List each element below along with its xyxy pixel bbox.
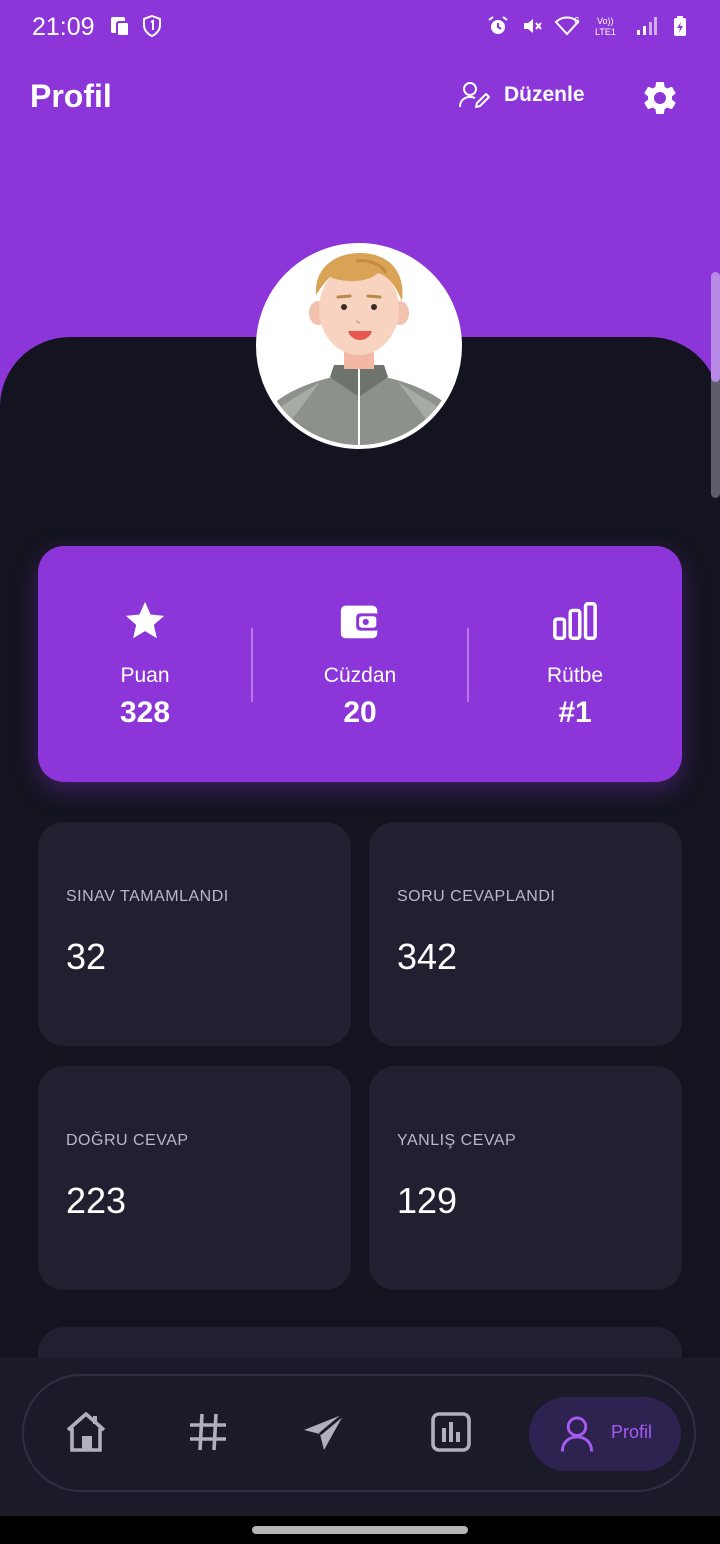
svg-text:Vo)): Vo)) — [597, 16, 614, 26]
points-label: Puan — [120, 664, 170, 687]
chart-icon[interactable] — [427, 1408, 475, 1456]
home-indicator[interactable] — [252, 1526, 468, 1534]
tile-value: 32 — [66, 936, 107, 977]
tile-value: 223 — [66, 1180, 127, 1221]
avatar[interactable] — [256, 243, 462, 449]
wrong-answers-tile[interactable]: YANLIŞ CEVAP 129 — [369, 1066, 682, 1290]
scrollbar-thumb[interactable] — [711, 272, 720, 382]
rank-bars-icon — [553, 602, 597, 640]
stats-card: Puan 328 Cüzdan 20 Rütbe #1 — [38, 546, 682, 782]
wallet-value: 20 — [343, 696, 377, 729]
svg-text:LTE1: LTE1 — [595, 27, 616, 37]
tile-label: YANLIŞ CEVAP — [397, 1132, 517, 1149]
tile-value: 129 — [397, 1180, 458, 1221]
send-icon[interactable] — [300, 1408, 348, 1456]
rank-value: #1 — [558, 696, 592, 729]
home-icon[interactable] — [62, 1408, 110, 1456]
status-time: 21:09 — [32, 13, 95, 41]
nav-profile-label: Profil — [611, 1422, 653, 1442]
svg-text:6: 6 — [574, 16, 580, 27]
shield-1-icon — [143, 14, 161, 38]
wallet-label: Cüzdan — [323, 664, 397, 687]
points-value: 328 — [119, 696, 171, 729]
wifi-6-icon: 6 — [554, 16, 580, 36]
edit-profile-label: Düzenle — [504, 83, 585, 106]
user-edit-icon — [459, 82, 490, 108]
questions-answered-tile[interactable]: SORU CEVAPLANDI 342 — [369, 822, 682, 1046]
tile-value: 342 — [397, 936, 458, 977]
bottom-nav: Profil — [22, 1374, 696, 1492]
tile-label: SINAV TAMAMLANDI — [66, 888, 229, 905]
signal-icon — [637, 17, 657, 35]
hashtag-icon[interactable] — [184, 1408, 232, 1456]
gear-icon[interactable] — [640, 78, 680, 118]
rank-stat[interactable]: Rütbe #1 — [468, 546, 682, 782]
exams-completed-tile[interactable]: SINAV TAMAMLANDI 32 — [38, 822, 351, 1046]
page-title: Profil — [30, 78, 112, 114]
volte-lte1-icon: Vo)) LTE1 — [595, 16, 616, 37]
screen-mirror-icon — [111, 17, 130, 37]
tile-label: SORU CEVAPLANDI — [397, 888, 556, 905]
points-stat[interactable]: Puan 328 — [38, 546, 252, 782]
user-icon — [560, 1416, 594, 1452]
wallet-icon — [340, 605, 380, 639]
edit-profile-button[interactable]: Düzenle — [458, 80, 585, 110]
correct-answers-tile[interactable]: DOĞRU CEVAP 223 — [38, 1066, 351, 1290]
wallet-stat[interactable]: Cüzdan 20 — [253, 546, 467, 782]
status-bar: 21:09 6 Vo)) LTE1 — [0, 0, 720, 56]
scrollbar[interactable] — [711, 272, 720, 498]
alarm-icon — [488, 16, 508, 34]
mute-icon — [524, 19, 542, 33]
battery-charging-icon — [674, 16, 686, 36]
avatar-illustration — [260, 247, 458, 445]
rank-label: Rütbe — [546, 664, 604, 687]
tile-label: DOĞRU CEVAP — [66, 1132, 189, 1149]
nav-profile-tab[interactable]: Profil — [529, 1397, 681, 1471]
star-icon — [125, 601, 165, 639]
